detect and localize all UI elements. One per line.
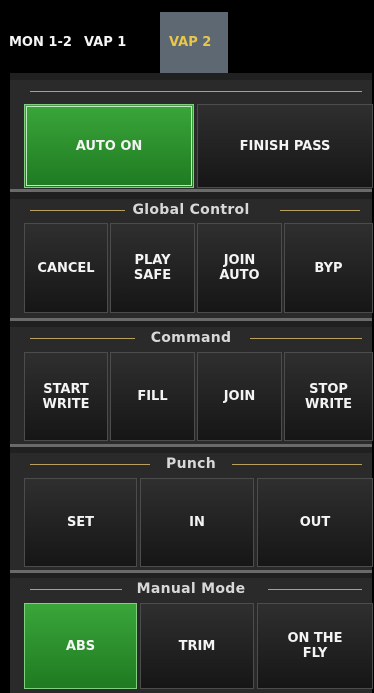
- stop-write-button[interactable]: STOP WRITE: [284, 352, 373, 441]
- on-the-fly-button[interactable]: ON THE FLY: [257, 603, 373, 689]
- command-header: Command: [10, 327, 372, 349]
- global-control-rule-right: [280, 210, 360, 211]
- fill-button[interactable]: FILL: [110, 352, 195, 441]
- in-button[interactable]: IN: [140, 478, 254, 567]
- out-button[interactable]: OUT: [257, 478, 373, 567]
- punch-section: Punch SET IN OUT: [10, 453, 373, 573]
- start-write-button[interactable]: START WRITE: [24, 352, 108, 441]
- manual-mode-rule-right: [268, 589, 362, 590]
- punch-header: Punch: [10, 453, 372, 475]
- tab-vap-1[interactable]: VAP 1: [75, 12, 170, 73]
- global-control-title: Global Control: [126, 202, 256, 218]
- global-control-rule-left: [30, 210, 125, 211]
- set-button[interactable]: SET: [24, 478, 137, 567]
- global-control-section: Global Control CANCEL PLAY SAFE JOIN AUT…: [10, 199, 373, 321]
- global-control-header: Global Control: [10, 199, 372, 221]
- top-section-header: [10, 80, 372, 102]
- top-section: AUTO ON FINISH PASS: [10, 80, 373, 192]
- command-section: Command START WRITE FILL JOIN STOP WRITE: [10, 327, 373, 447]
- manual-mode-title: Manual Mode: [130, 581, 252, 597]
- top-section-rule: [30, 91, 362, 92]
- cancel-button[interactable]: CANCEL: [24, 223, 108, 313]
- command-title: Command: [144, 330, 238, 346]
- byp-button[interactable]: BYP: [284, 223, 373, 313]
- tab-vap-2[interactable]: VAP 2: [160, 12, 228, 73]
- command-rule-left: [30, 338, 135, 339]
- tab-bar: MON 1-2 VAP 1 VAP 2: [0, 0, 374, 73]
- finish-pass-button[interactable]: FINISH PASS: [197, 104, 373, 188]
- punch-rule-right: [232, 464, 362, 465]
- abs-button[interactable]: ABS: [24, 603, 137, 689]
- play-safe-button[interactable]: PLAY SAFE: [110, 223, 195, 313]
- manual-mode-section: Manual Mode ABS TRIM ON THE FLY: [10, 578, 373, 693]
- trim-button[interactable]: TRIM: [140, 603, 254, 689]
- join-auto-button[interactable]: JOIN AUTO: [197, 223, 282, 313]
- punch-rule-left: [30, 464, 150, 465]
- manual-mode-rule-left: [30, 589, 122, 590]
- command-rule-right: [250, 338, 362, 339]
- punch-title: Punch: [160, 456, 222, 472]
- auto-on-button[interactable]: AUTO ON: [24, 104, 194, 188]
- manual-mode-header: Manual Mode: [10, 578, 372, 600]
- join-button[interactable]: JOIN: [197, 352, 282, 441]
